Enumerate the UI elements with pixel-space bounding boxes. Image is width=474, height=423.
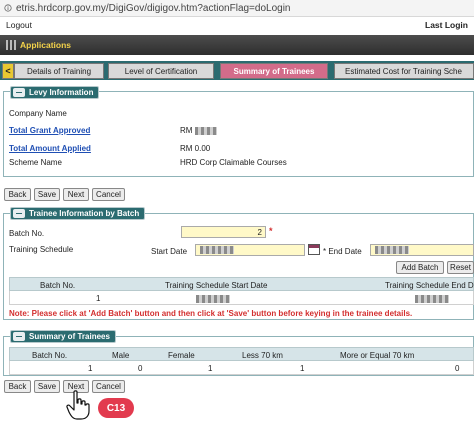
start-date-cell xyxy=(196,294,230,303)
add-batch-note: Note: Please click at 'Add Batch' button… xyxy=(9,309,413,318)
batch-no-input[interactable]: 2 xyxy=(181,226,266,238)
summary-of-trainees-legend: Summary of Trainees xyxy=(10,330,116,343)
redacted-value xyxy=(200,246,234,254)
applications-title: Applications xyxy=(20,40,72,50)
start-date-calendar-icon[interactable] xyxy=(308,244,320,255)
summary-less70-cell: 1 xyxy=(300,364,305,373)
required-marker: * xyxy=(269,226,273,236)
trainee-info-legend: Trainee Information by Batch xyxy=(10,207,146,220)
col-start-date: Training Schedule Start Date xyxy=(165,281,268,290)
redacted-value xyxy=(194,126,217,135)
col-more-70km: More or Equal 70 km xyxy=(340,351,415,360)
col-female: Female xyxy=(168,351,195,360)
start-date-label: Start Date xyxy=(151,247,188,256)
next-button[interactable]: Next xyxy=(63,188,89,201)
batch-table-header: Batch No. Training Schedule Start Date T… xyxy=(9,277,474,291)
col-batch-no: Batch No. xyxy=(40,281,76,290)
tab-estimated-cost[interactable]: Estimated Cost for Training Sche xyxy=(334,63,474,79)
scheme-name-value: HRD Corp Claimable Courses xyxy=(180,158,287,167)
table-row: 1 xyxy=(9,291,474,305)
logout-link[interactable]: Logout xyxy=(6,20,32,30)
tab-details-of-training[interactable]: Details of Training xyxy=(14,63,104,79)
end-date-cell xyxy=(415,294,449,303)
redacted-value xyxy=(196,294,230,303)
levy-information-legend: Levy Information xyxy=(10,86,100,99)
menu-grid-icon[interactable] xyxy=(6,40,16,50)
collapse-icon[interactable] xyxy=(13,332,25,341)
summary-table-header: Batch No. Male Female Less 70 km More or… xyxy=(9,347,474,361)
last-login-label: Last Login xyxy=(425,20,468,30)
end-date-label: * End Date xyxy=(323,247,362,256)
collapse-icon[interactable] xyxy=(13,88,25,97)
tab-level-of-certification[interactable]: Level of Certification xyxy=(108,63,214,79)
col-male: Male xyxy=(112,351,130,360)
add-batch-button[interactable]: Add Batch xyxy=(396,261,444,274)
col-batch-no: Batch No. xyxy=(32,351,68,360)
company-name-label: Company Name xyxy=(9,109,67,118)
batch-no-label: Batch No. xyxy=(9,229,45,238)
url-text: etris.hrdcorp.gov.my/DigiGov/digigov.htm… xyxy=(16,2,291,14)
total-amount-applied-link[interactable]: Total Amount Applied xyxy=(9,144,91,153)
save-button[interactable]: Save xyxy=(34,188,60,201)
info-icon xyxy=(4,4,12,12)
collapse-icon[interactable] xyxy=(13,209,25,218)
summary-more70-cell: 0 xyxy=(455,364,460,373)
browser-url-bar[interactable]: etris.hrdcorp.gov.my/DigiGov/digigov.htm… xyxy=(0,0,474,17)
table-row: 1 0 1 1 0 xyxy=(9,361,474,375)
cancel-button[interactable]: Cancel xyxy=(92,188,125,201)
summary-batch-no-cell: 1 xyxy=(88,364,93,373)
col-less-70km: Less 70 km xyxy=(242,351,283,360)
pointer-hand-icon xyxy=(66,390,90,420)
tab-scroll-left-icon[interactable]: < xyxy=(2,63,14,79)
training-schedule-label: Training Schedule xyxy=(9,245,74,254)
top-bar: Logout Last Login xyxy=(0,17,474,33)
back-button[interactable]: Back xyxy=(4,188,31,201)
reset-button[interactable]: Reset xyxy=(447,261,474,274)
redacted-value xyxy=(415,294,449,303)
tab-bar: < Details of Training Level of Certifica… xyxy=(0,61,474,80)
step-badge: C13 xyxy=(98,398,134,418)
tab-summary-of-trainees[interactable]: Summary of Trainees xyxy=(220,63,328,79)
cancel-button[interactable]: Cancel xyxy=(92,380,125,393)
redacted-value xyxy=(375,246,409,254)
total-grant-approved-link[interactable]: Total Grant Approved xyxy=(9,126,90,135)
start-date-input[interactable] xyxy=(195,244,305,256)
save-button[interactable]: Save xyxy=(34,380,60,393)
summary-female-cell: 1 xyxy=(208,364,213,373)
total-grant-value: RM xyxy=(180,126,217,135)
total-amount-value: RM 0.00 xyxy=(180,144,211,153)
scheme-name-label: Scheme Name xyxy=(9,158,62,167)
applications-bar: Applications xyxy=(0,35,474,55)
col-end-date: Training Schedule End D xyxy=(385,281,474,290)
end-date-input[interactable] xyxy=(370,244,474,256)
back-button[interactable]: Back xyxy=(4,380,31,393)
batch-no-cell: 1 xyxy=(96,294,101,303)
summary-male-cell: 0 xyxy=(138,364,143,373)
